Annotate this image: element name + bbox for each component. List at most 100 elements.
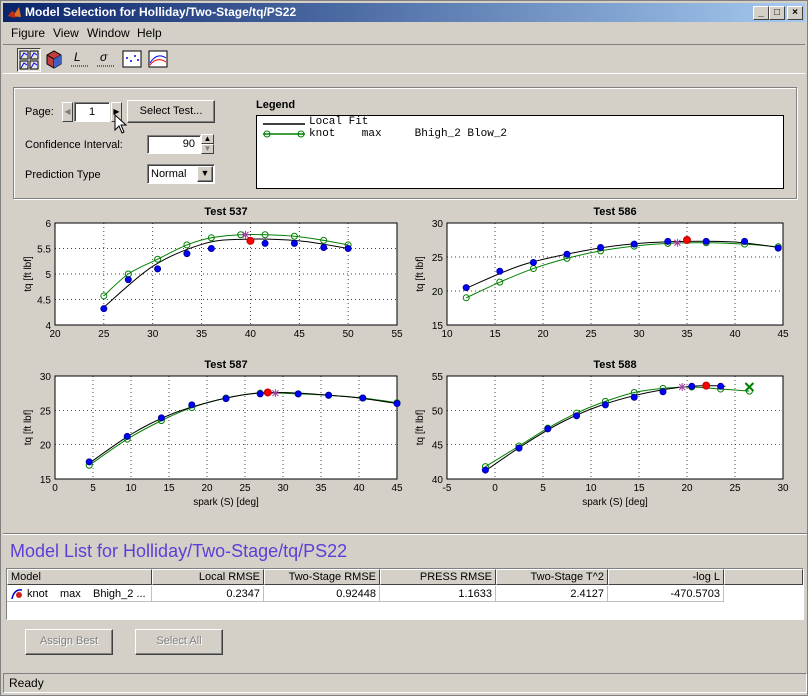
y-tick-label: 5	[45, 270, 51, 281]
menu-window[interactable]: Window	[87, 26, 130, 40]
legend-box: Local Fit knot max Bhigh_2 Blow_2	[256, 115, 784, 189]
x-tick-label: 25	[585, 329, 597, 340]
y-axis-label: tq [ft lbf]	[23, 256, 34, 292]
data-point	[741, 237, 749, 245]
data-point	[774, 244, 782, 252]
y-tick-label: 4.5	[37, 296, 51, 307]
plot-test-537: Test 537 20 25 30 35 40 45 50 55 4 4.5 5 5.5 6 tq [ft …	[23, 206, 403, 340]
data-point	[294, 390, 302, 398]
data-point	[573, 412, 581, 420]
cell-press-rmse[interactable]: 1.1633	[380, 586, 496, 602]
toolbar: L σ	[3, 44, 805, 74]
ci-input[interactable]: 90	[147, 135, 201, 154]
cell-local-rmse[interactable]: 0.2347	[152, 586, 264, 602]
divider	[3, 533, 807, 535]
select-all-button[interactable]: Select All	[135, 629, 223, 655]
x-tick-label: 30	[277, 483, 289, 494]
x-tick-label: 30	[147, 329, 159, 340]
residuals-icon[interactable]	[121, 48, 145, 72]
data-point	[664, 237, 672, 245]
plot-title: Test 537	[204, 206, 247, 218]
chevron-down-icon[interactable]: ▼	[197, 166, 213, 182]
x-tick-label: 5	[540, 483, 546, 494]
data-point	[344, 245, 352, 252]
mouse-pointer-icon	[114, 114, 128, 134]
plot-test-588: Test 588 -5 0 5 10 15 20 25 30 40 45 50 55 tq [ft lbf…	[415, 359, 789, 508]
model-list-title: Model List for Holliday/Two-Stage/tq/PS2…	[10, 541, 348, 561]
knot-local-marker	[702, 381, 711, 390]
plot-test-586: Test 58610 15 20 25 30 35 40 4515202530tq [ft l…	[415, 206, 789, 340]
y-tick-label: 25	[432, 253, 444, 264]
x-tick-label: 20	[681, 483, 693, 494]
data-point	[188, 401, 196, 409]
data-point	[359, 394, 367, 402]
x-tick-label: 30	[777, 483, 789, 494]
plot-area	[446, 375, 784, 480]
minimize-button[interactable]: _	[753, 6, 769, 20]
y-tick-label: 15	[40, 475, 52, 486]
col-header-two-stage-rmse[interactable]: Two-Stage RMSE	[264, 569, 380, 585]
col-header-model[interactable]: Model	[7, 569, 152, 585]
data-point	[123, 432, 131, 440]
rmse-icon[interactable]: σ	[95, 48, 119, 72]
x-tick-label: 15	[489, 329, 501, 340]
x-tick-label: 0	[492, 483, 498, 494]
y-axis-label: tq [ft lbf]	[415, 409, 426, 445]
y-tick-label: 30	[40, 372, 52, 383]
col-header-local-rmse[interactable]: Local RMSE	[152, 569, 264, 585]
col-header-two-stage-t2[interactable]: Two-Stage T^2	[496, 569, 608, 585]
x-tick-label: 55	[391, 329, 403, 340]
cell-two-stage-rmse[interactable]: 0.92448	[264, 586, 380, 602]
y-axis-label: tq [ft lbf]	[415, 256, 426, 292]
x-axis-label: spark (S) [deg]	[193, 497, 259, 508]
x-axis-label: spark (S) [deg]	[582, 497, 648, 508]
x-tick-label: 5	[90, 483, 96, 494]
x-tick-label: 10	[585, 483, 597, 494]
y-tick-label: 6	[45, 219, 51, 230]
select-test-button[interactable]: Select Test...	[127, 100, 215, 123]
menu-help[interactable]: Help	[137, 26, 162, 40]
cell-log-l[interactable]: -470.5703	[608, 586, 724, 602]
data-point	[630, 240, 638, 248]
col-header-log-l[interactable]: -log L	[608, 569, 724, 585]
cell-two-stage-t2[interactable]: 2.4127	[496, 586, 608, 602]
data-point	[544, 425, 552, 433]
response-view-icon[interactable]	[17, 48, 41, 72]
data-point	[100, 305, 108, 313]
col-header-press-rmse[interactable]: PRESS RMSE	[380, 569, 496, 585]
x-tick-label: 35	[196, 329, 208, 340]
x-tick-label: 40	[729, 329, 741, 340]
ci-down-button[interactable]: ▼	[201, 144, 214, 154]
plot-title: Test 588	[593, 359, 636, 371]
x-tick-label: 40	[353, 483, 365, 494]
close-button[interactable]: ×	[787, 6, 803, 20]
menu-bar: Figure View Window Help	[3, 23, 805, 42]
app-window: Model Selection for Holliday/Two-Stage/t…	[0, 0, 808, 696]
y-tick-label: 20	[40, 441, 52, 452]
menu-view[interactable]: View	[53, 26, 79, 40]
x-tick-label: 50	[343, 329, 355, 340]
maximize-button[interactable]: □	[769, 6, 785, 20]
page-input[interactable]: 1	[74, 102, 110, 122]
x-tick-label: 20	[201, 483, 213, 494]
cell-model[interactable]: knot max Bhigh_2 ...	[7, 586, 152, 602]
y-tick-label: 40	[432, 475, 444, 486]
data-point	[222, 395, 230, 403]
knot-local-marker	[246, 236, 255, 245]
assign-best-button[interactable]: Assign Best	[25, 629, 113, 655]
plot-title: Test 586	[593, 206, 636, 218]
data-point	[702, 237, 710, 245]
x-tick-label: 30	[633, 329, 645, 340]
x-tick-label: 0	[52, 483, 58, 494]
cube-icon[interactable]	[43, 48, 67, 72]
plot-title: Test 587	[204, 359, 247, 371]
cross-section-icon[interactable]	[147, 48, 171, 72]
y-tick-label: 55	[432, 372, 444, 383]
data-point	[481, 466, 489, 474]
y-tick-label: 20	[432, 287, 444, 298]
menu-figure[interactable]: Figure	[11, 26, 45, 40]
likelihood-icon[interactable]: L	[69, 48, 93, 72]
data-point	[529, 258, 537, 266]
ci-up-button[interactable]: ▲	[201, 134, 214, 144]
page-prev-button[interactable]: ◀	[62, 102, 73, 122]
